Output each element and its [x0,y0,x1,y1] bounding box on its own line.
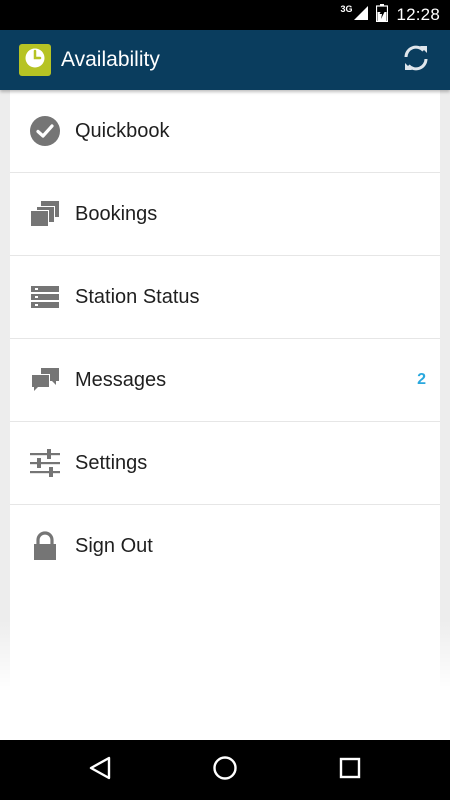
menu-item-bookings[interactable]: Bookings [10,173,440,256]
back-button[interactable] [84,754,116,786]
menu-label: Quickbook [75,120,170,142]
menu-label: Station Status [75,286,200,308]
main-menu: Quickbook Bookings Station Status Messag… [10,90,440,588]
network-type: 3G [340,4,353,14]
screen: 3G 12:28 Availability Quickbook Bookings… [0,0,450,800]
check-circle-icon [29,115,61,147]
refresh-icon [401,43,431,78]
chat-bubbles-icon [29,364,61,396]
battery-icon [376,3,389,27]
clock: 12:28 [396,5,440,24]
recents-button[interactable] [334,754,366,786]
menu-item-settings[interactable]: Settings [10,422,440,505]
home-button[interactable] [209,754,241,786]
back-icon [87,755,113,786]
menu-label: Messages [75,369,167,391]
signal-icon [354,5,369,25]
app-bar: Availability [0,30,450,90]
server-list-icon [29,281,61,313]
menu-item-quickbook[interactable]: Quickbook [10,90,440,173]
stacked-cards-icon [29,198,61,230]
messages-count-badge: 2 [417,371,426,388]
recents-icon [337,755,363,786]
menu-item-messages[interactable]: Messages 2 [10,339,440,422]
menu-label: Settings [75,452,148,474]
sliders-icon [29,447,61,479]
status-bar: 3G 12:28 [0,0,450,30]
menu-label: Bookings [75,203,158,225]
app-title: Availability [61,48,160,71]
status-icons: 3G 12:28 [340,0,440,30]
menu-item-station-status[interactable]: Station Status [10,256,440,339]
lock-icon [29,530,61,562]
menu-label: Sign Out [75,535,153,557]
clock-icon [24,47,46,74]
menu-item-sign-out[interactable]: Sign Out [10,505,440,588]
menu-empty-area [10,587,440,740]
navigation-bar [0,740,450,800]
refresh-button[interactable] [398,42,434,78]
app-logo [19,44,51,76]
home-icon [212,755,238,786]
